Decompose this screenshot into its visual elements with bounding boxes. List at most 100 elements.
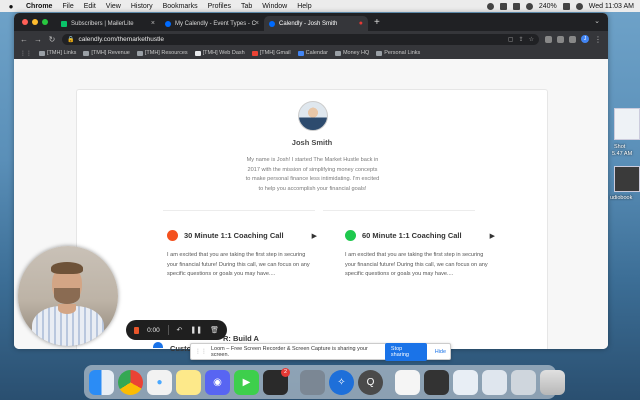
stop-sharing-button[interactable]: Stop sharing (384, 342, 427, 361)
bookmark-tmh-gmail[interactable]: [TMH] Gmail (251, 50, 291, 56)
dropbox-icon[interactable] (499, 2, 507, 10)
url-text[interactable]: calendly.com/themarkethustle (78, 36, 164, 43)
new-tab-icon[interactable]: + (374, 17, 380, 28)
folder-icon (39, 50, 45, 56)
tab-calendly-event-types[interactable]: My Calendly - Event Types - C × (160, 16, 264, 31)
document-thumbnail-icon[interactable] (395, 369, 420, 395)
menu-tab[interactable]: Tab (241, 3, 252, 10)
install-icon[interactable]: ▢ (508, 36, 514, 43)
event-title-partial[interactable]: R: Build A (223, 334, 259, 343)
finder-icon[interactable] (89, 369, 114, 395)
desktop-file-thumbnail[interactable] (614, 108, 640, 140)
bluetooth-icon[interactable] (512, 2, 520, 10)
loom-status-icon[interactable] (486, 2, 494, 10)
menu-app-name[interactable]: Chrome (26, 3, 52, 10)
screenshot-thumbnail-icon[interactable] (424, 369, 449, 395)
safari-icon[interactable]: ✧ (329, 369, 354, 395)
play-arrow-icon[interactable]: ▶ (312, 232, 317, 240)
browser-toolbar: ← → ↻ 🔒 calendly.com/themarkethustle ▢ ⇪… (14, 31, 608, 47)
calendly-favicon-icon (269, 20, 275, 27)
pause-icon[interactable]: ❚❚ (190, 326, 202, 334)
play-arrow-icon[interactable]: ▶ (490, 232, 495, 240)
document-thumbnail-icon[interactable] (482, 369, 507, 395)
event-description: I am excited that you are taking the fir… (345, 252, 488, 277)
discord-icon[interactable]: ◉ (205, 369, 230, 395)
desktop-file-thumbnail[interactable] (614, 166, 640, 192)
tab-calendly-josh-smith[interactable]: Calendly - Josh Smith ● (264, 16, 368, 31)
desktop-label[interactable]: Shot (614, 144, 625, 150)
search-icon[interactable] (575, 2, 583, 10)
stop-recording-icon[interactable] (134, 326, 140, 334)
profile-avatar[interactable]: J (581, 35, 589, 43)
back-icon[interactable]: ← (20, 35, 28, 44)
extension-icon[interactable] (557, 35, 564, 43)
bookmark-tmh-resources[interactable]: [TMH] Resources (136, 50, 188, 56)
close-tab-icon[interactable]: × (151, 20, 155, 27)
menu-clock[interactable]: Wed 11:03 AM (589, 3, 634, 10)
address-bar[interactable]: 🔒 calendly.com/themarkethustle ▢ ⇪ ☆ (62, 33, 539, 45)
event-title[interactable]: 30 Minute 1:1 Coaching Call (184, 231, 284, 240)
window-controls (14, 19, 56, 25)
hide-button[interactable]: Hide (435, 349, 446, 355)
extension-icon[interactable] (545, 35, 552, 43)
facetime-icon[interactable]: ▶ (234, 369, 259, 395)
gmail-icon (251, 50, 258, 56)
desktop-label[interactable]: 5.47 AM (612, 151, 632, 157)
bookmark-personal-links[interactable]: Personal Links (376, 50, 420, 56)
battery-icon[interactable] (562, 2, 570, 10)
menu-help[interactable]: Help (297, 3, 311, 10)
event-type-60-min[interactable]: 60 Minute 1:1 Coaching Call ▶ I am excit… (345, 230, 495, 280)
apps-grid-icon[interactable]: ⋮⋮ (20, 50, 32, 57)
downloads-stack-icon[interactable] (511, 369, 536, 395)
wifi-icon[interactable] (525, 2, 533, 10)
bookmark-tmh-revenue[interactable]: [TMH] Revenue (83, 50, 130, 56)
menu-view[interactable]: View (106, 3, 121, 10)
quicktime-icon[interactable]: Q (358, 369, 383, 395)
restart-icon[interactable]: ↶ (177, 326, 183, 334)
trash-icon[interactable]: 🗑 (210, 326, 219, 334)
trash-bin-icon[interactable] (540, 369, 565, 395)
bookmark-calendar[interactable]: Calendar (297, 50, 328, 56)
close-window-icon[interactable] (22, 19, 28, 25)
preview-icon[interactable] (300, 369, 325, 395)
document-thumbnail-icon[interactable] (453, 369, 478, 395)
tab-mailerlite[interactable]: Subscribers | MailerLite × (56, 16, 160, 31)
recording-tab-icon[interactable]: ● (359, 20, 363, 27)
dock: ● ◉ ▶ 2 ✧ Q (84, 365, 565, 399)
battery-percent[interactable]: 240% (539, 3, 557, 10)
reload-icon[interactable]: ↻ (48, 35, 56, 44)
folder-icon (334, 50, 341, 56)
lock-icon[interactable]: 🔒 (67, 36, 74, 43)
loom-camera-bubble[interactable] (18, 246, 118, 346)
minimize-window-icon[interactable] (32, 19, 38, 25)
tab-search-icon[interactable]: ⌄ (594, 17, 600, 25)
menu-history[interactable]: History (131, 3, 153, 10)
desktop-label[interactable]: udiobook (610, 195, 632, 201)
menu-edit[interactable]: Edit (84, 3, 96, 10)
more-menu-icon[interactable]: ⋮ (594, 35, 602, 44)
forward-icon[interactable]: → (34, 35, 42, 44)
menu-file[interactable]: File (62, 3, 73, 10)
divider (323, 210, 475, 211)
sidebar-icon[interactable] (569, 35, 576, 43)
menu-profiles[interactable]: Profiles (208, 3, 231, 10)
notes-icon[interactable] (176, 369, 201, 395)
bookmark-tmh-web-dash[interactable]: [TMH] Web Dash (194, 50, 245, 56)
loom-recording-controls: 0:00 ↶ ❚❚ 🗑 (126, 320, 227, 340)
event-title-partial[interactable]: Custo (170, 344, 191, 353)
maximize-window-icon[interactable] (42, 19, 48, 25)
messages-icon[interactable]: ● (147, 369, 172, 395)
apple-icon[interactable]: ● (6, 2, 16, 11)
drag-handle-icon[interactable]: ⋮⋮ (195, 348, 207, 355)
bookmark-money-hq[interactable]: Money HQ (334, 50, 369, 56)
event-type-30-min[interactable]: 30 Minute 1:1 Coaching Call ▶ I am excit… (167, 230, 317, 280)
chrome-icon[interactable] (118, 369, 143, 395)
event-title[interactable]: 60 Minute 1:1 Coaching Call (362, 231, 462, 240)
activity-monitor-icon[interactable]: 2 (263, 367, 290, 395)
menu-window[interactable]: Window (262, 3, 287, 10)
bookmark-star-icon[interactable]: ☆ (529, 36, 534, 43)
share-icon[interactable]: ⇪ (519, 36, 524, 43)
close-tab-icon[interactable]: × (255, 20, 259, 27)
menu-bookmarks[interactable]: Bookmarks (163, 3, 198, 10)
bookmark-tmh-links[interactable]: [TMH] Links (39, 50, 76, 56)
